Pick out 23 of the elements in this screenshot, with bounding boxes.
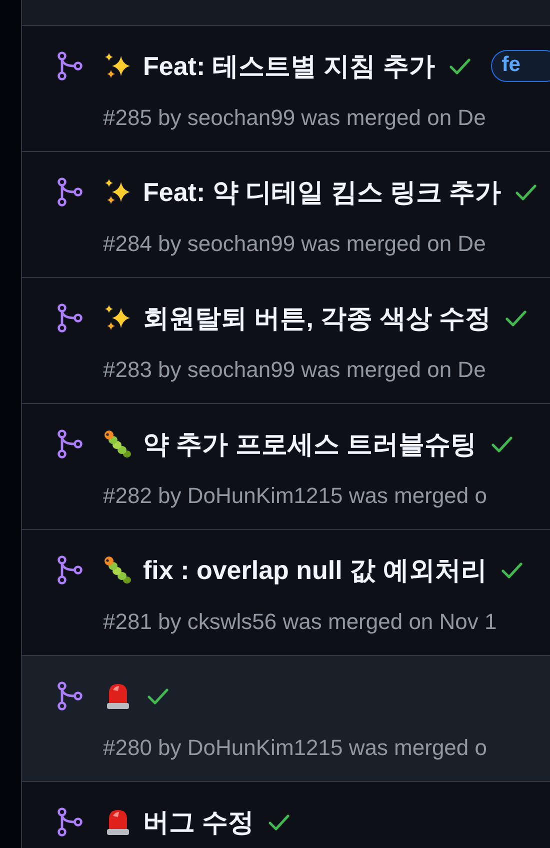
- pull-request-meta: #281 by ckswls56 was merged on Nov 1: [103, 608, 498, 636]
- merged-icon: [57, 429, 83, 459]
- pull-request-meta: #284 by seochan99 was merged on De: [103, 230, 487, 258]
- merged-icon: [57, 177, 83, 207]
- caterpillar-icon: [103, 429, 133, 459]
- merged-icon: [57, 807, 83, 837]
- pull-request-title[interactable]: fix : overlap null 값 예외처리: [143, 552, 487, 588]
- pull-request-row[interactable]: #280 by DoHunKim1215 was merged o: [22, 656, 550, 782]
- pull-request-title[interactable]: Feat: 약 디테일 킴스 링크 추가: [143, 174, 502, 210]
- label-tag[interactable]: fe: [490, 50, 550, 82]
- pull-request-meta: #282 by DoHunKim1215 was merged o: [103, 482, 488, 510]
- merged-icon: [57, 303, 83, 333]
- pull-request-title[interactable]: Feat: 테스트별 지침 추가: [143, 48, 435, 84]
- merged-icon: [57, 555, 83, 585]
- merged-icon: [57, 51, 83, 81]
- caterpillar-icon: [103, 555, 133, 585]
- pull-request-title[interactable]: 약 추가 프로세스 트러블슈팅: [143, 426, 477, 462]
- merged-icon: [57, 681, 83, 711]
- pull-request-title[interactable]: 회원탈퇴 버튼, 각종 색상 수정: [143, 300, 492, 336]
- pull-request-title[interactable]: 버그 수정: [143, 804, 254, 840]
- pull-request-meta: #285 by seochan99 was merged on De: [103, 104, 487, 132]
- pull-request-meta: #283 by seochan99 was merged on De: [103, 356, 487, 384]
- pull-request-meta: #280 by DoHunKim1215 was merged o: [103, 734, 488, 762]
